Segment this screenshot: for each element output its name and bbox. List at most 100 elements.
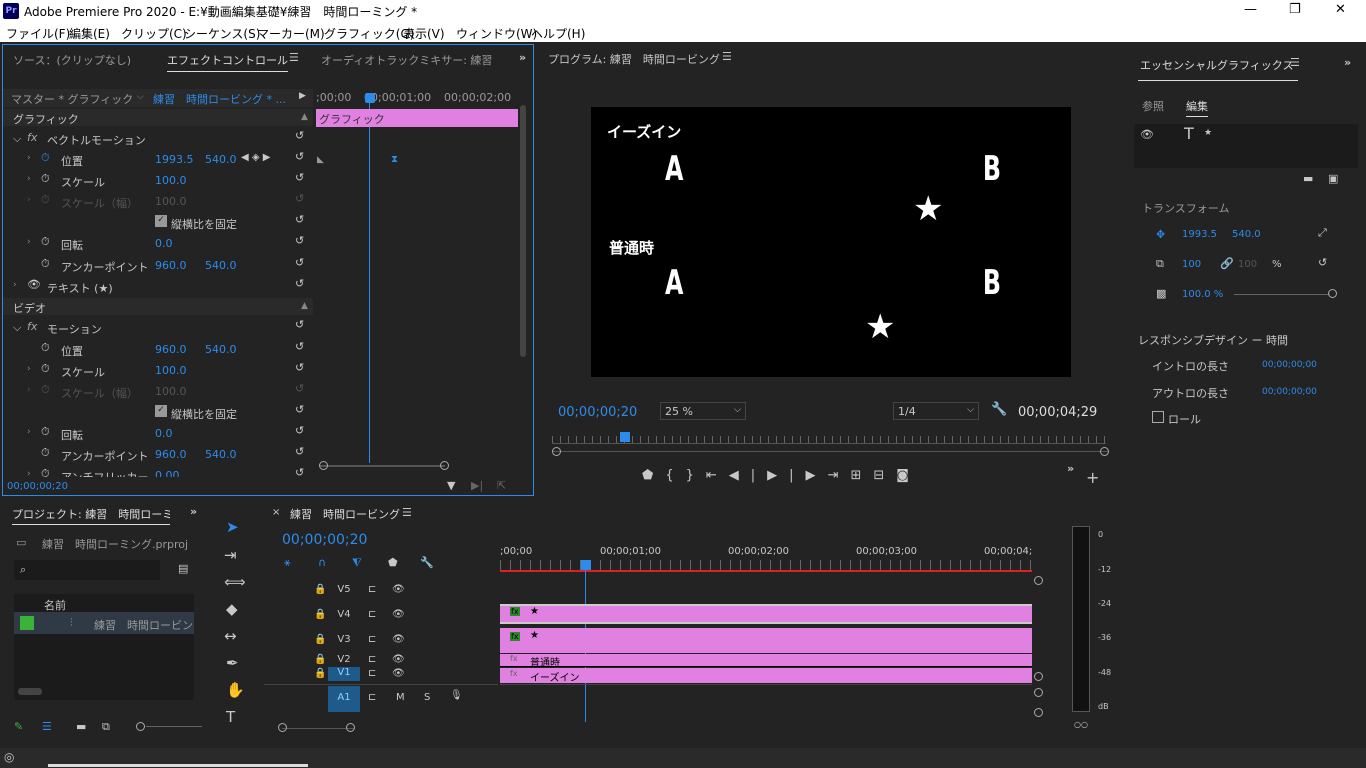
panel-menu-icon[interactable]: ☰ (722, 50, 732, 63)
position-y[interactable]: 540.0 (1232, 229, 1261, 240)
lock-icon[interactable]: 🔒 (314, 654, 326, 665)
playhead-handle[interactable] (581, 560, 591, 570)
selection-tool-icon[interactable]: ➤ (226, 518, 239, 536)
pen-tool-icon[interactable]: ✒ (226, 654, 239, 672)
reset-icon[interactable]: ↺ (295, 256, 304, 269)
playhead-handle[interactable] (620, 432, 630, 442)
sequence-label[interactable]: 練習 時間ロービング * ... (153, 91, 286, 107)
roll-checkbox[interactable] (1152, 411, 1164, 423)
param-value[interactable]: 540.0 (205, 153, 237, 166)
collapse-icon[interactable]: ▲ (301, 112, 308, 122)
scale-value[interactable]: 100 (1182, 259, 1201, 270)
reset-icon[interactable]: ↺ (295, 129, 304, 142)
layer-list[interactable]: 👁 T ★ (1134, 124, 1358, 168)
new-layer-icon[interactable]: ▣ (1328, 172, 1338, 185)
mute-button[interactable]: M (396, 692, 405, 703)
param-value[interactable]: 540.0 (205, 343, 237, 356)
menu-view[interactable]: 表示(V) (403, 25, 445, 42)
menu-window[interactable]: ウィンドウ(W) (456, 25, 537, 42)
mark-in-icon[interactable]: { (665, 468, 685, 483)
stopwatch-icon[interactable]: ⏱ (41, 425, 50, 439)
sync-icon[interactable]: ⊏ (368, 692, 376, 703)
nest-icon[interactable]: ⚹ (284, 556, 291, 570)
stopwatch-icon[interactable]: ⏱ (41, 341, 50, 355)
reset-icon[interactable]: ↺ (295, 403, 304, 416)
timeline-timecode[interactable]: 00;00;00;20 (282, 532, 367, 548)
sync-icon[interactable]: ⊏ (368, 634, 376, 645)
slip-tool-icon[interactable]: ↔ (224, 627, 237, 645)
maximize-button[interactable]: ❐ (1289, 2, 1301, 17)
stopwatch-icon[interactable]: ⏱ (41, 467, 50, 481)
extract-icon[interactable]: ⊟ (873, 468, 896, 483)
tab-effect-controls[interactable]: エフェクトコントロール (167, 52, 288, 72)
type-tool-icon[interactable]: T (226, 708, 235, 726)
eye-icon[interactable]: 👁 (392, 609, 405, 620)
track-label[interactable]: V5 (328, 581, 360, 599)
video-canvas[interactable]: イーズイン A B ★ 普通時 A B ★ (591, 107, 1071, 377)
lock-icon[interactable]: 🔒 (314, 584, 326, 595)
ripple-edit-tool-icon[interactable]: ⟺ (224, 573, 246, 591)
step-forward-icon[interactable]: |▶ (789, 468, 827, 483)
play-only-icon[interactable]: ▶ (299, 91, 306, 101)
filter-icon[interactable]: ▼ (447, 479, 455, 492)
param-value[interactable]: 960.0 (155, 343, 187, 356)
scrollbar[interactable] (520, 105, 526, 357)
scrollbar[interactable] (1034, 576, 1043, 717)
razor-tool-icon[interactable]: ◆ (226, 600, 238, 618)
quality-select[interactable]: 1/4 ⌵ (893, 402, 979, 420)
chevron-down-icon[interactable]: ⌵ (137, 92, 144, 102)
reset-icon[interactable]: ↺ (295, 318, 304, 331)
lock-icon[interactable]: 🔒 (314, 634, 326, 645)
menu-sequence[interactable]: シーケンス(S) (184, 25, 260, 42)
checkbox-icon[interactable]: ✓ (155, 405, 167, 417)
menu-help[interactable]: ヘルプ(H) (531, 25, 585, 42)
eye-icon[interactable]: 👁 (1140, 128, 1154, 141)
param-value[interactable]: 100.0 (155, 174, 187, 187)
rotate-icon[interactable]: ↺ (1318, 256, 1327, 269)
eye-icon[interactable]: 👁 (392, 654, 405, 665)
sync-icon[interactable]: ⊏ (368, 584, 376, 595)
scrollbar[interactable] (18, 688, 42, 695)
sync-icon[interactable]: ⊏ (368, 668, 376, 679)
eye-icon[interactable]: 👁 (392, 668, 405, 679)
folder-icon[interactable]: ▬ (1303, 172, 1313, 185)
sync-icon[interactable]: ⊏ (368, 609, 376, 620)
stopwatch-icon[interactable]: ⏱ (41, 235, 50, 249)
settings-icon[interactable]: 🔧 (420, 556, 434, 569)
icon-view-icon[interactable]: ▬ (76, 720, 86, 733)
reset-icon[interactable]: ↺ (295, 234, 304, 247)
track-label[interactable]: V1 (328, 667, 360, 681)
panel-menu-icon[interactable]: ☰ (1290, 56, 1300, 69)
clip-v1[interactable]: fx イーズイン (500, 668, 1032, 684)
playhead-handle[interactable] (365, 93, 375, 103)
hand-tool-icon[interactable]: ✋ (226, 681, 245, 699)
solo-icon[interactable]: ○○ (1074, 720, 1088, 729)
position-x[interactable]: 1993.5 (1182, 229, 1217, 240)
close-tab-icon[interactable]: × (272, 507, 280, 518)
param-value[interactable]: 960.0 (155, 259, 187, 272)
transport-controls[interactable]: ⬟{}⇤◀|▶|▶⇥⊞⊟◙ (642, 468, 921, 483)
checkbox-icon[interactable]: ✓ (155, 215, 167, 227)
track-label[interactable]: A1 (328, 686, 360, 712)
timeline-zoom-scrollbar[interactable] (282, 728, 354, 729)
menu-marker[interactable]: マーカー(M) (257, 25, 325, 42)
reset-icon[interactable]: ↺ (295, 150, 304, 163)
tab-source[interactable]: ソース：(クリップなし) (13, 52, 131, 68)
link-icon[interactable]: 🔗 (1220, 257, 1234, 270)
zoom-select[interactable]: 25 % ⌵ (660, 402, 746, 420)
zoom-slider-handle[interactable] (136, 722, 145, 731)
zoom-slider[interactable] (146, 726, 202, 727)
linked-selection-icon[interactable]: ⧨ (352, 556, 362, 570)
expand-icon[interactable]: ⌵ (13, 321, 21, 335)
anchor-icon[interactable]: ⤢ (1318, 226, 1327, 240)
clip-v2[interactable]: fx 普通時 (500, 654, 1032, 669)
eye-icon[interactable]: 👁 (27, 278, 41, 291)
microphone-icon[interactable]: 🎙 (450, 690, 463, 701)
program-timecode[interactable]: 00;00;00;20 (558, 405, 637, 420)
fx-icon[interactable]: fx (27, 131, 37, 144)
intro-value[interactable]: 00;00;00;00 (1262, 360, 1317, 370)
add-marker-icon[interactable]: ⬟ (388, 556, 398, 569)
solo-button[interactable]: S (424, 692, 430, 703)
fx-icon[interactable]: fx (27, 320, 37, 333)
time-ruler[interactable] (500, 560, 1032, 572)
